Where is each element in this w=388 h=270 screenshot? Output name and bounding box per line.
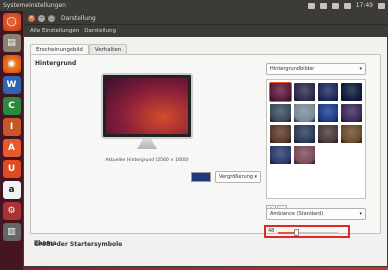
wallpaper-thumbnail[interactable]: [317, 83, 339, 101]
wallpaper-thumbnail[interactable]: [270, 146, 291, 164]
appearance-window: × − □ Darstellung Alle Einstellungen Dar…: [23, 11, 388, 267]
wallpaper-thumbnail[interactable]: [341, 104, 362, 122]
window-titlebar[interactable]: × − □ Darstellung: [24, 12, 387, 24]
wallpaper-thumbnail[interactable]: [341, 83, 362, 101]
trash-icon[interactable]: ▥: [2, 223, 21, 241]
theme-select-value: Ambiance (Standard): [270, 211, 324, 217]
ubuntu-one-icon[interactable]: U: [2, 160, 21, 178]
monitor-stand: [137, 139, 157, 149]
mail-icon[interactable]: [307, 2, 315, 9]
wallpaper-thumbnail[interactable]: [270, 125, 291, 143]
all-settings-button[interactable]: Alle Einstellungen: [30, 28, 79, 34]
firefox-icon[interactable]: ◉: [2, 55, 21, 73]
volume-icon[interactable]: [343, 2, 351, 9]
clock[interactable]: 17:49: [356, 2, 373, 9]
launcher-size-label: Größe der Startersymbole: [34, 241, 123, 248]
color-swatch[interactable]: [191, 172, 211, 182]
background-label: Hintergrund: [35, 60, 77, 67]
background-panel: Hintergrund Aktueller Hintergrund (2560 …: [30, 54, 381, 234]
power-icon[interactable]: [378, 2, 385, 9]
monitor-preview: [101, 73, 193, 139]
files-icon[interactable]: ▤: [2, 34, 21, 52]
wallpaper-thumbnail[interactable]: [341, 125, 362, 143]
current-background-caption: Aktueller Hintergrund (2560 × 1600): [105, 158, 189, 163]
calc-icon[interactable]: C: [2, 97, 21, 115]
system-settings-icon[interactable]: ⚙: [2, 202, 21, 220]
chevron-down-icon: ▾: [359, 66, 362, 72]
maximize-icon[interactable]: □: [48, 14, 55, 22]
chevron-down-icon: ▾: [359, 211, 362, 217]
wallpaper-thumbnail[interactable]: [317, 104, 339, 122]
zoom-select-value: Vergrößerung: [219, 174, 254, 180]
tab-bar: Erscheinungsbild Verhalten: [30, 44, 381, 54]
dash-icon[interactable]: ◯: [2, 13, 21, 31]
impress-icon[interactable]: I: [2, 118, 21, 136]
indicator-area: 17:49: [307, 2, 385, 9]
window-title: Darstellung: [61, 14, 96, 22]
background-source-select[interactable]: Hintergrundbilder ▾: [266, 63, 366, 75]
launcher-size-value: 48: [268, 228, 275, 234]
tab-behavior[interactable]: Verhalten: [88, 44, 128, 54]
chevron-down-icon: ▾: [254, 174, 257, 180]
keyboard-icon[interactable]: [319, 2, 327, 9]
background-source-value: Hintergrundbilder: [270, 66, 315, 72]
wallpaper-preview: [106, 78, 188, 134]
writer-icon[interactable]: W: [2, 76, 21, 94]
wallpaper-thumbnail[interactable]: [269, 82, 292, 102]
launcher-size-slider[interactable]: 48: [264, 225, 350, 238]
wallpaper-thumbnail[interactable]: [317, 125, 339, 143]
wallpaper-thumbnail[interactable]: [293, 146, 315, 164]
launcher: ◯ ▤ ◉ W C I A U a ⚙ ▥: [0, 11, 23, 270]
amazon-icon[interactable]: a: [2, 181, 21, 199]
minimize-icon[interactable]: −: [38, 14, 45, 22]
wallpaper-thumbnail[interactable]: [270, 104, 291, 122]
slider-handle[interactable]: [294, 229, 299, 236]
network-icon[interactable]: [331, 2, 339, 9]
breadcrumb-current: Darstellung: [84, 28, 117, 34]
zoom-select[interactable]: Vergrößerung ▾: [215, 171, 261, 183]
wallpaper-thumbnail[interactable]: [293, 104, 315, 122]
breadcrumb: Alle Einstellungen Darstellung: [24, 24, 387, 37]
close-icon[interactable]: ×: [28, 14, 35, 22]
top-panel-title: Systemeinstellungen: [3, 2, 66, 9]
tab-appearance[interactable]: Erscheinungsbild: [30, 44, 89, 54]
wallpaper-thumbnail[interactable]: [293, 83, 315, 101]
wallpaper-grid: [266, 79, 366, 199]
software-center-icon[interactable]: A: [2, 139, 21, 157]
top-panel: Systemeinstellungen 17:49: [0, 0, 388, 11]
theme-select[interactable]: Ambiance (Standard) ▾: [266, 208, 366, 220]
wallpaper-thumbnail[interactable]: [293, 125, 315, 143]
